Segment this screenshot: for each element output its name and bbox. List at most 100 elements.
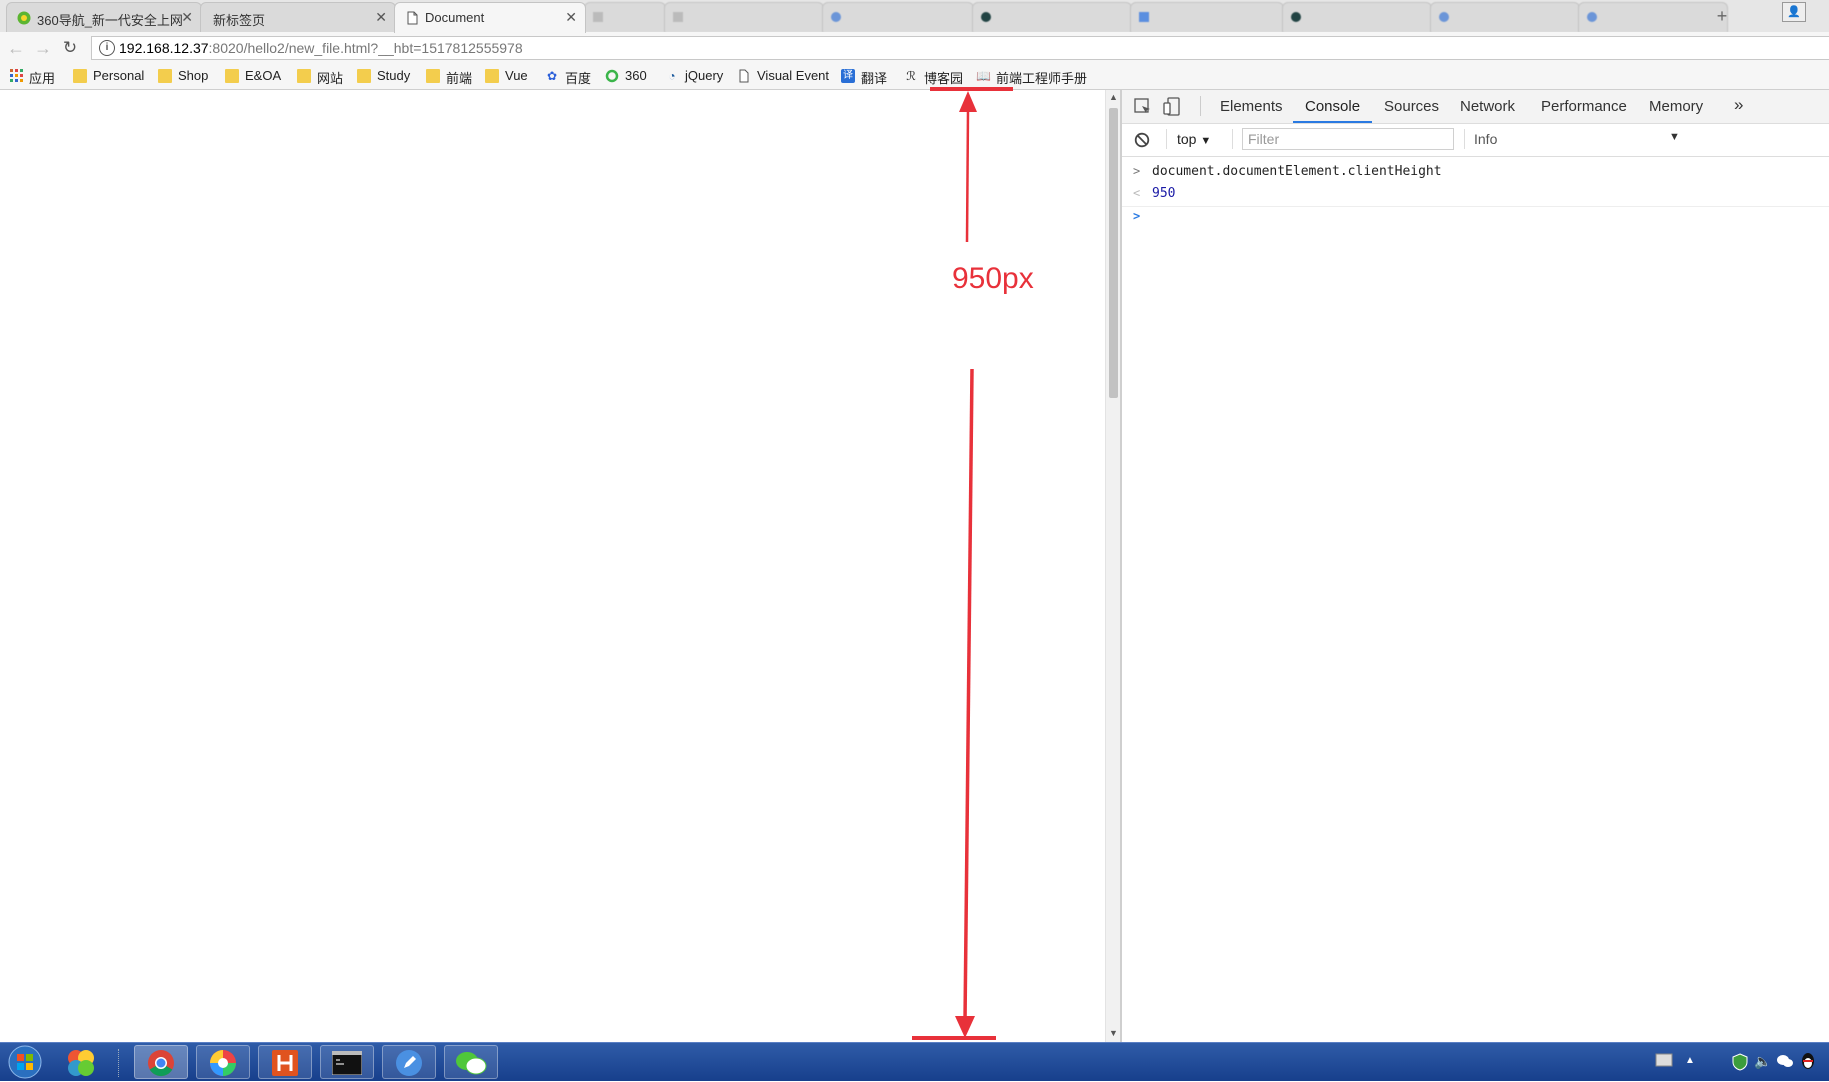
bookmark-translate[interactable]: 译翻译 <box>841 68 887 86</box>
tab-blurred[interactable] <box>664 2 824 32</box>
chrome-icon <box>148 1050 174 1077</box>
console-filter-input[interactable]: Filter <box>1242 128 1454 150</box>
tab-blurred[interactable] <box>1578 2 1728 32</box>
console-output-line: < 950 <box>1122 184 1829 207</box>
taskbar-separator <box>118 1049 121 1077</box>
keyboard-icon[interactable] <box>1655 1053 1673 1070</box>
bookmark-label: 前端工程师手册 <box>996 71 1088 86</box>
bookmark-folder-eoa[interactable]: E&OA <box>225 68 281 86</box>
scrollbar-thumb[interactable] <box>1109 108 1118 398</box>
info-icon[interactable]: i <box>99 40 115 56</box>
prompt-chevron-icon: > <box>1133 209 1141 223</box>
close-icon[interactable]: ✕ <box>181 9 193 26</box>
scroll-up-arrow-icon[interactable]: ▲ <box>1109 92 1118 102</box>
page-icon <box>737 69 751 83</box>
tab-document[interactable]: Document ✕ <box>394 2 586 33</box>
show-hidden-icons-icon[interactable]: ▲ <box>1685 1055 1695 1066</box>
tab-blurred[interactable] <box>1130 2 1284 32</box>
bookmark-label: 前端 <box>446 71 473 86</box>
clear-console-icon[interactable] <box>1134 132 1150 151</box>
folder-icon <box>485 69 499 83</box>
wechat-tray-icon[interactable] <box>1776 1053 1794 1072</box>
tab-elements[interactable]: Elements <box>1220 98 1283 115</box>
more-tabs-icon[interactable]: » <box>1734 95 1743 115</box>
bookmark-folder-websites[interactable]: 网站 <box>297 68 343 86</box>
bookmark-folder-shop[interactable]: Shop <box>158 68 208 86</box>
app-launcher-icon[interactable] <box>66 1048 96 1081</box>
tab-performance[interactable]: Performance <box>1541 98 1627 115</box>
bookmark-apps[interactable]: 应用 <box>9 68 55 86</box>
tab-memory[interactable]: Memory <box>1649 98 1703 115</box>
bookmark-jquery[interactable]: ◔ jQuery <box>665 68 723 86</box>
new-tab-button[interactable]: + <box>1708 6 1736 26</box>
user-profile-icon[interactable]: 👤 <box>1782 2 1806 22</box>
security-shield-icon[interactable] <box>1732 1053 1748 1074</box>
volume-icon[interactable]: 🔈 <box>1754 1053 1771 1070</box>
tab-blurred[interactable] <box>1430 2 1580 32</box>
tab-blurred[interactable] <box>972 2 1132 32</box>
back-button[interactable]: ← <box>5 37 27 59</box>
console-input-line: > document.documentElement.clientHeight <box>1122 162 1829 184</box>
bookmark-label: 360 <box>625 68 647 83</box>
taskbar-browser-button[interactable] <box>196 1045 250 1079</box>
qq-penguin-icon[interactable] <box>1800 1052 1816 1073</box>
jquery-icon: ◔ <box>668 69 676 83</box>
cnblogs-icon: ℛ <box>906 69 916 83</box>
close-icon[interactable]: ✕ <box>565 9 577 26</box>
taskbar-editor-button[interactable] <box>382 1045 436 1079</box>
bookmark-label: E&OA <box>245 68 282 83</box>
bookmark-label: 百度 <box>565 71 592 86</box>
tab-network[interactable]: Network <box>1460 98 1515 115</box>
taskbar-chrome-button[interactable] <box>134 1045 188 1079</box>
forward-button[interactable]: → <box>32 37 54 59</box>
bookmark-label: jQuery <box>685 68 724 83</box>
scroll-down-arrow-icon[interactable]: ▼ <box>1109 1028 1118 1038</box>
360-icon <box>17 11 31 25</box>
bookmark-folder-personal[interactable]: Personal <box>73 68 144 86</box>
tab-label: 360导航_新一代安全上网 <box>37 13 183 28</box>
close-icon[interactable]: ✕ <box>375 9 387 26</box>
url-path: :8020/hello2/new_file.html?__hbt=1517812… <box>208 40 523 56</box>
page-scrollbar[interactable]: ▲ ▼ <box>1105 90 1120 1042</box>
reload-button[interactable]: ↻ <box>59 37 81 59</box>
page-icon <box>1138 11 1152 25</box>
bookmark-label: 网站 <box>317 71 344 86</box>
tab-blurred[interactable] <box>584 2 666 32</box>
page-icon <box>1290 11 1304 25</box>
bookmark-folder-vue[interactable]: Vue <box>485 68 528 86</box>
context-selector[interactable]: top ▼ <box>1177 131 1211 147</box>
annotation-upper-shaft <box>965 109 970 243</box>
tab-label: 新标签页 <box>213 13 266 28</box>
bookmark-360[interactable]: 360 <box>605 68 647 86</box>
active-tab-indicator <box>1293 121 1372 123</box>
taskbar-hbuilder-button[interactable] <box>258 1045 312 1079</box>
tab-new-tab[interactable]: 新标签页 ✕ <box>200 2 396 32</box>
360-ring-icon <box>605 69 619 83</box>
bookmark-baidu[interactable]: ✿ 百度 <box>545 68 591 86</box>
inspect-element-icon[interactable] <box>1134 98 1152 119</box>
wechat-icon <box>456 1052 487 1075</box>
color-wheel-icon <box>210 1050 236 1076</box>
tab-blurred[interactable] <box>1282 2 1432 32</box>
bookmark-frontend-handbook[interactable]: 📖 前端工程师手册 <box>976 68 1087 86</box>
bookmark-cnblogs[interactable]: ℛ 博客园 <box>904 68 963 86</box>
url-text[interactable]: 192.168.12.37:8020/hello2/new_file.html?… <box>119 40 523 56</box>
address-bar[interactable]: i 192.168.12.37:8020/hello2/new_file.htm… <box>91 36 1829 60</box>
tab-blurred[interactable] <box>822 2 974 32</box>
folder-icon <box>225 69 239 83</box>
tab-360-nav[interactable]: 360导航_新一代安全上网 ✕ <box>6 2 202 32</box>
globe-icon <box>830 11 844 25</box>
taskbar-wechat-button[interactable] <box>444 1045 498 1079</box>
taskbar-cmd-button[interactable] <box>320 1045 374 1079</box>
tab-console[interactable]: Console <box>1305 98 1360 115</box>
bookmark-folder-frontend[interactable]: 前端 <box>426 68 472 86</box>
device-toolbar-icon[interactable] <box>1163 97 1181 120</box>
start-button[interactable] <box>7 1045 43 1082</box>
bookmark-visual-event[interactable]: Visual Event <box>737 68 829 86</box>
console-toolbar: top ▼ Filter Info ▼ <box>1122 124 1829 157</box>
tab-sources[interactable]: Sources <box>1384 98 1439 115</box>
translate-icon: 译 <box>841 69 855 83</box>
bookmark-folder-study[interactable]: Study <box>357 68 410 86</box>
log-level-selector[interactable]: Info ▼ <box>1464 128 1680 152</box>
console-prompt-line[interactable]: > <box>1122 207 1829 229</box>
